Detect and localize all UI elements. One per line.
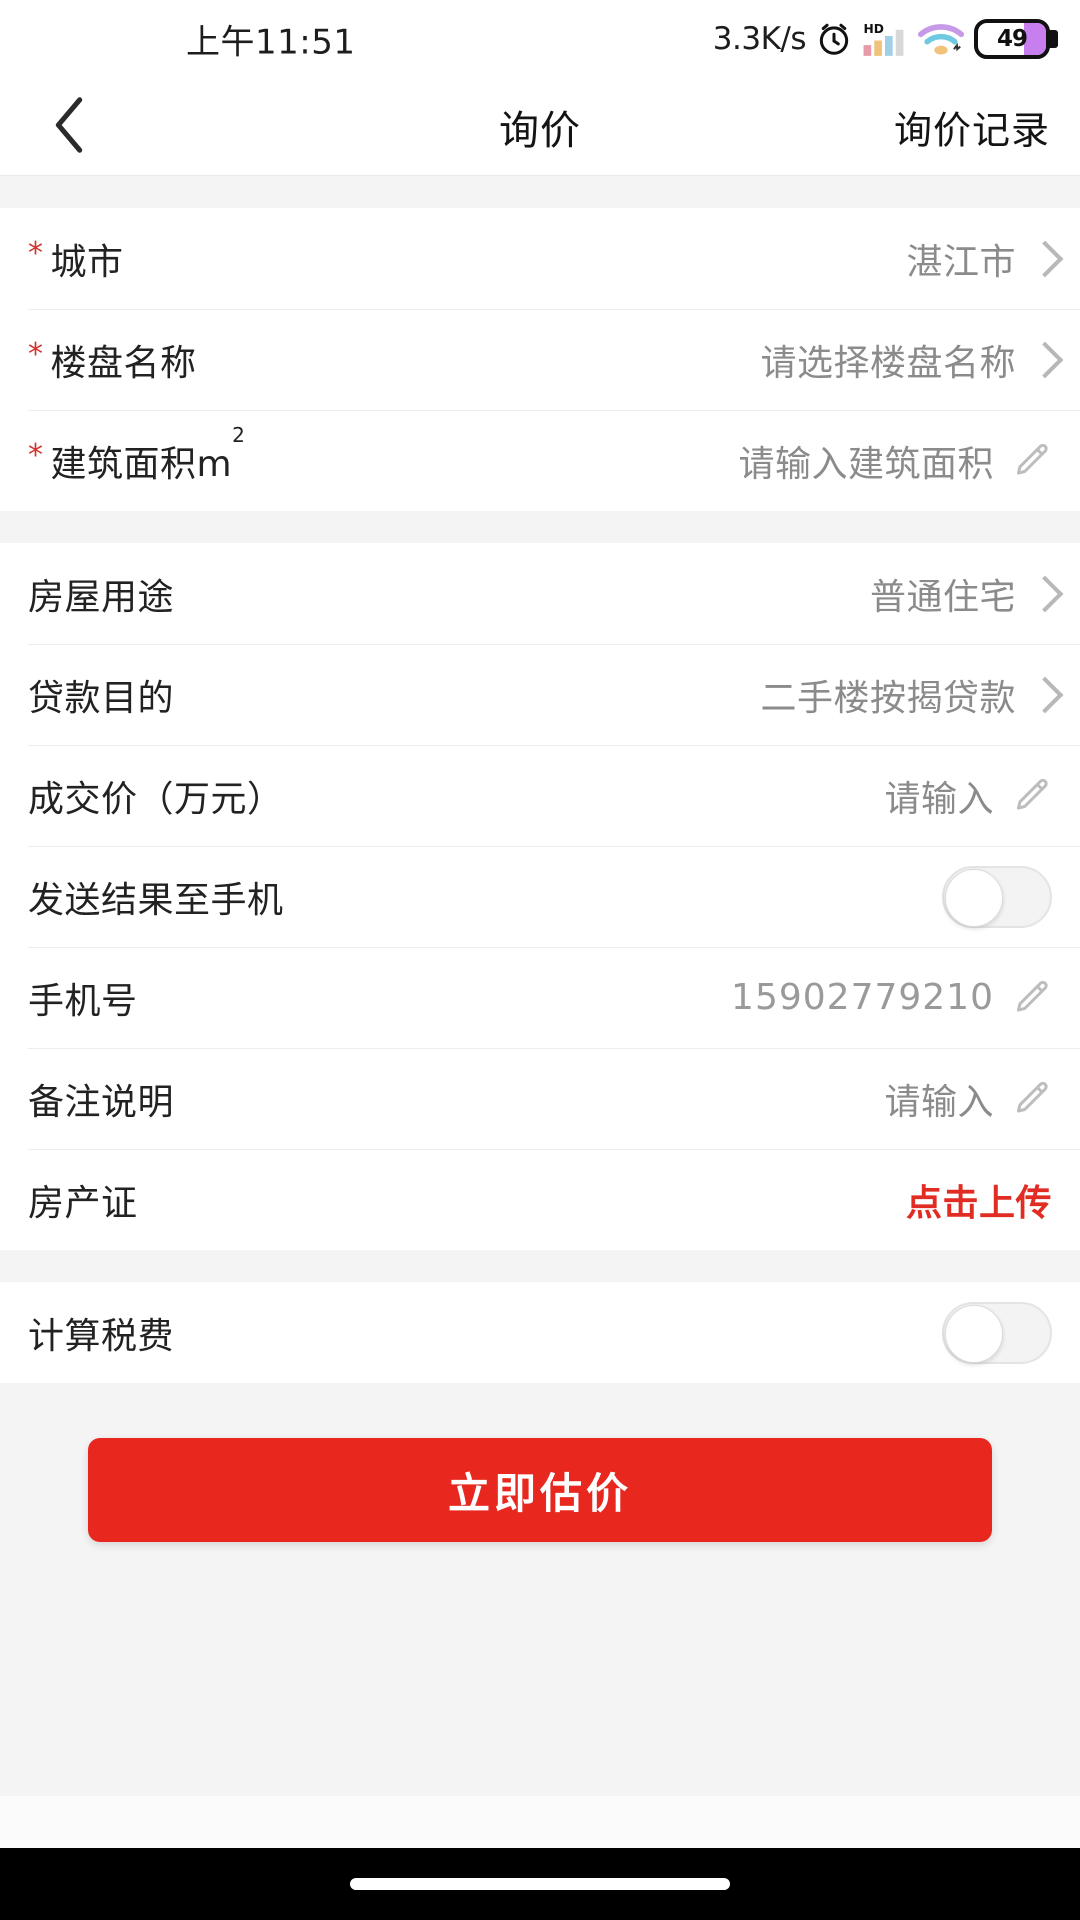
- pencil-icon: [1010, 775, 1052, 817]
- form-input-building-area[interactable]: 请输入建筑面积: [738, 435, 994, 487]
- form-label-calculate-tax: 计算税费: [28, 1315, 175, 1357]
- form-value-loan-purpose: 二手楼按揭贷款: [760, 677, 1016, 719]
- form-label-transaction-price: 成交价（万元）: [28, 778, 284, 820]
- toggle-knob: [945, 868, 1003, 927]
- form-group-property: * 城市 湛江市 * 楼盘名称 请选择楼盘名称 * 建筑面积m 2 请输入建筑面…: [0, 208, 1080, 511]
- wifi-icon: [917, 20, 965, 58]
- svg-text:HD: HD: [864, 22, 884, 36]
- inquiry-records-button[interactable]: 询价记录: [894, 99, 1050, 154]
- form-value-transaction-price-wrap: 请输入: [884, 770, 1052, 822]
- form-row-transaction-price[interactable]: 成交价（万元） 请输入: [0, 745, 1080, 846]
- upload-certificate-button[interactable]: 点击上传: [906, 1174, 1052, 1226]
- form-value-house-usage-wrap: 普通住宅: [870, 568, 1052, 620]
- form-row-city[interactable]: * 城市 湛江市: [0, 208, 1080, 309]
- required-asterisk: *: [28, 336, 44, 372]
- form-value-send-result-wrap: [942, 865, 1052, 928]
- system-navigation-bar: [0, 1848, 1080, 1920]
- form-value-property-certificate-wrap: 点击上传: [906, 1174, 1052, 1226]
- required-asterisk: *: [28, 437, 44, 473]
- form-label-remarks: 备注说明: [28, 1081, 175, 1123]
- battery-level-label: 49: [996, 26, 1028, 52]
- form-row-building-area[interactable]: * 建筑面积m 2 请输入建筑面积: [0, 410, 1080, 511]
- form-value-building-area-wrap: 请输入建筑面积: [738, 435, 1052, 487]
- form-label-loan-purpose: 贷款目的: [28, 677, 175, 719]
- bottom-white-strip: [0, 1796, 1080, 1848]
- form-value-house-usage: 普通住宅: [869, 576, 1016, 618]
- form-label-property-certificate: 房产证: [28, 1182, 138, 1224]
- navigation-bar: 询价 询价记录: [0, 78, 1080, 176]
- form-value-calculate-tax-wrap: [942, 1301, 1052, 1364]
- section-spacer-top: [0, 176, 1080, 208]
- form-content: * 城市 湛江市 * 楼盘名称 请选择楼盘名称 * 建筑面积m 2 请输入建筑面…: [0, 176, 1080, 1796]
- form-label-phone-number: 手机号: [28, 980, 138, 1022]
- form-input-phone-number[interactable]: 15902779210: [731, 977, 994, 1018]
- chevron-right-icon: [1032, 343, 1052, 377]
- form-row-property-certificate[interactable]: 房产证 点击上传: [0, 1149, 1080, 1250]
- submit-estimate-button[interactable]: 立即估价: [88, 1438, 992, 1542]
- form-label-house-usage: 房屋用途: [28, 576, 175, 618]
- form-value-city: 湛江市: [906, 241, 1016, 283]
- form-value-remarks-wrap: 请输入: [884, 1073, 1052, 1125]
- alarm-clock-icon: [815, 20, 853, 58]
- home-indicator[interactable]: [350, 1878, 730, 1890]
- form-value-property-name-wrap: 请选择楼盘名称: [760, 334, 1052, 386]
- section-spacer-mid: [0, 511, 1080, 543]
- status-bar-time: 上午11:51: [186, 22, 356, 63]
- form-row-house-usage[interactable]: 房屋用途 普通住宅: [0, 543, 1080, 644]
- pencil-icon: [1010, 977, 1052, 1019]
- status-bar: 上午11:51 3.3K/s HD 49: [0, 0, 1080, 78]
- submit-button-container: 立即估价: [0, 1383, 1080, 1542]
- chevron-right-icon: [1032, 678, 1052, 712]
- section-spacer-bottom: [0, 1250, 1080, 1282]
- form-value-property-name: 请选择楼盘名称: [760, 342, 1016, 384]
- form-label-city: * 城市: [28, 235, 124, 283]
- form-row-remarks[interactable]: 备注说明 请输入: [0, 1048, 1080, 1149]
- cellular-signal-icon: HD: [862, 19, 908, 59]
- form-value-phone-number-wrap: 15902779210: [731, 977, 1052, 1019]
- toggle-knob: [945, 1304, 1003, 1363]
- form-input-remarks[interactable]: 请输入: [884, 1073, 994, 1125]
- battery-icon: 49: [974, 19, 1058, 59]
- form-label-property-name: * 楼盘名称: [28, 336, 197, 384]
- form-label-send-result-to-phone: 发送结果至手机: [28, 879, 284, 921]
- phone-screen: 上午11:51 3.3K/s HD 49 询价 询价记录 * 城市 湛江市 * …: [0, 0, 1080, 1920]
- form-row-loan-purpose[interactable]: 贷款目的 二手楼按揭贷款: [0, 644, 1080, 745]
- form-row-phone-number[interactable]: 手机号 15902779210: [0, 947, 1080, 1048]
- pencil-icon: [1010, 440, 1052, 482]
- status-bar-icons: 3.3K/s HD 49: [713, 19, 1058, 59]
- form-row-calculate-tax[interactable]: 计算税费: [0, 1282, 1080, 1383]
- network-speed-label: 3.3K/s: [712, 21, 807, 57]
- form-group-loan: 房屋用途 普通住宅 贷款目的 二手楼按揭贷款 成交价（万元） 请输入 发送结果至…: [0, 543, 1080, 1250]
- send-result-toggle[interactable]: [942, 865, 1052, 928]
- chevron-right-icon: [1032, 242, 1052, 276]
- form-value-city-wrap: 湛江市: [906, 233, 1052, 285]
- form-label-building-area: * 建筑面积m 2: [28, 422, 246, 485]
- form-value-loan-purpose-wrap: 二手楼按揭贷款: [760, 669, 1052, 721]
- form-group-tax: 计算税费: [0, 1282, 1080, 1383]
- form-row-property-name[interactable]: * 楼盘名称 请选择楼盘名称: [0, 309, 1080, 410]
- pencil-icon: [1010, 1078, 1052, 1120]
- chevron-right-icon: [1032, 577, 1052, 611]
- form-input-transaction-price[interactable]: 请输入: [884, 770, 994, 822]
- calculate-tax-toggle[interactable]: [942, 1301, 1052, 1364]
- required-asterisk: *: [28, 235, 44, 271]
- form-row-send-result-to-phone[interactable]: 发送结果至手机: [0, 846, 1080, 947]
